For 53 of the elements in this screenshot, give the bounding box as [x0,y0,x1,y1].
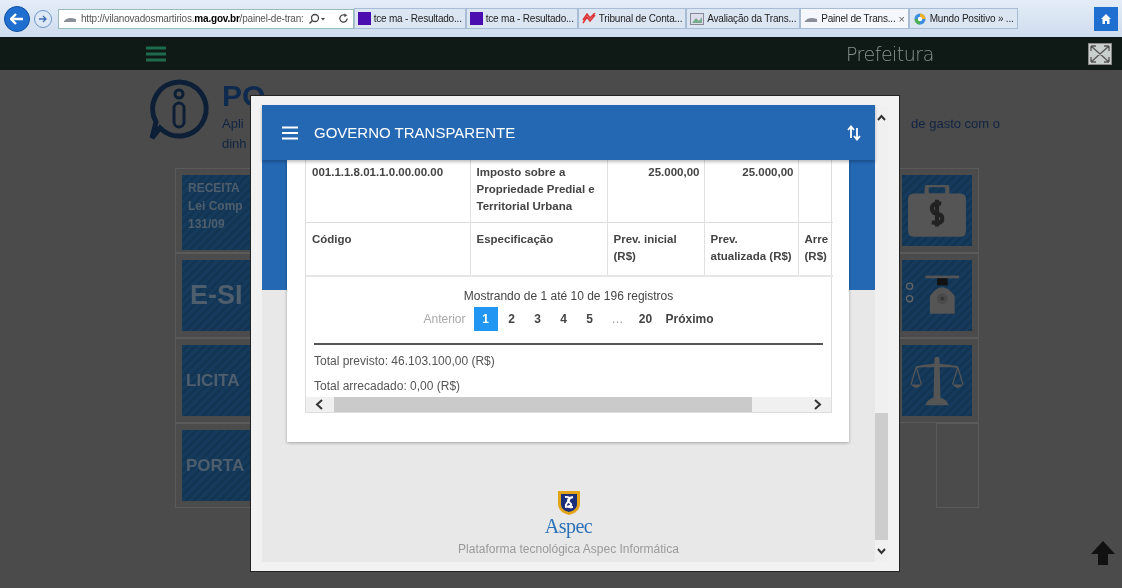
shield-logo-icon [556,490,581,516]
total-text: Total arrecadado: 0,00 (R$) [313,378,462,395]
column-header: Prev. atualizada (R$) [704,222,798,276]
browser-tab[interactable]: Mundo Positivo » ... [908,8,1018,29]
chart-icon [581,12,596,25]
forward-button[interactable] [34,9,52,28]
globe-icon [912,12,927,25]
image-icon [690,12,705,25]
records-summary: Mostrando de 1 até 10 de 196 registros [462,289,675,303]
page-button[interactable]: 3 [525,307,550,331]
page-button[interactable]: 5 [577,307,602,331]
total-text: Total previsto: 46.103.100,00 (R$) [313,353,496,370]
table-cell: Imposto sobre a Propriedade Predial e Territorial Urbana [470,160,607,223]
back-button[interactable] [4,5,30,32]
table-cell: 25.000,00 [607,160,704,223]
table-cell: 001.1.1.8.01.1.0.00.00.00 [306,160,470,223]
browser-tab[interactable]: tce ma - Resultado... [353,8,466,29]
page-button[interactable]: 4 [551,307,576,331]
intro-text: dinh [222,135,247,153]
intro-text: Apli [222,115,244,133]
column-header: Arre (R$) [798,222,833,276]
browser-tab[interactable]: Tribunal de Conta... [577,8,687,29]
site-title: Prefeitura [846,42,934,65]
url-text: http://vilanovadosmartirios.ma.gov.br/painel-de-tran: [81,13,304,24]
address-bar[interactable]: http://vilanovadosmartirios.ma.gov.br/painel-de-tran: [58,8,354,29]
footer-caption: Plataforma tecnológica Aspec Informática [458,542,679,556]
column-header: Especificação [470,222,607,276]
home-button[interactable] [1094,6,1118,31]
browser-tab[interactable]: Avaliação da Trans... [686,8,801,29]
app-title: GOVERNO TRANSPARENTE [314,124,516,141]
next-link[interactable]: Próximo [659,312,720,326]
logo-text: Aspec [544,516,593,536]
forward-arrow-icon [38,14,48,23]
info-icon [148,78,210,142]
sort-icon[interactable] [847,124,861,141]
back-arrow-icon [10,12,24,25]
ellipsis: … [610,312,625,326]
browser-tab[interactable]: tce ma - Resultado... [465,8,578,29]
menu-icon[interactable] [146,45,166,62]
expand-icon[interactable] [1088,42,1112,65]
horizontal-scrollbar[interactable] [306,397,831,412]
page-button[interactable]: 2 [499,307,524,331]
intro-text: de gasto com o [911,115,1000,133]
page-button[interactable]: 20 [633,307,658,331]
column-header: Prev. inicial (R$) [607,222,704,276]
table-cell: 25.000,00 [704,160,798,223]
site-logo-icon [469,12,483,25]
home-icon [1100,12,1112,25]
site-logo-icon [357,12,371,25]
column-header: Código [306,222,470,276]
briefcase-icon [906,184,968,237]
refresh-icon[interactable] [337,13,349,24]
browser-tab[interactable]: Painel de Trans... × [800,8,909,29]
